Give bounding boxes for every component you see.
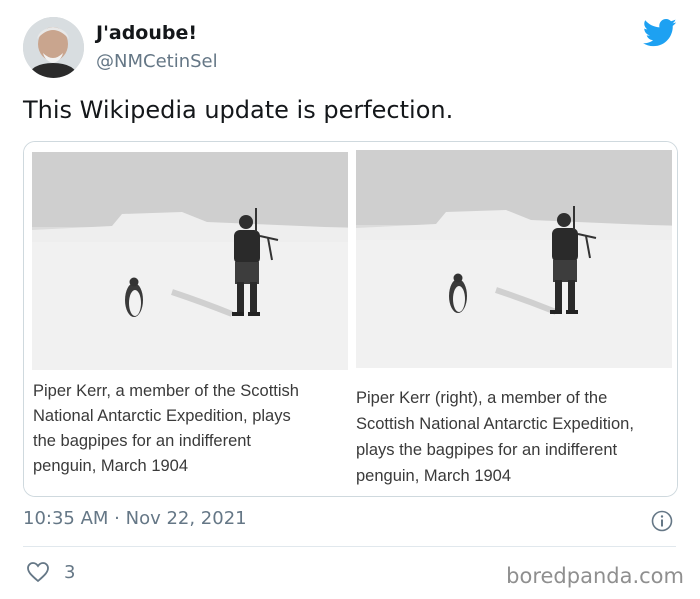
watermark: boredpanda.com	[506, 564, 684, 588]
twitter-bird-icon[interactable]	[643, 18, 677, 48]
wikipedia-screenshot-updated: Piper Kerr (right), a member of the Scot…	[352, 142, 677, 496]
antarctic-photo	[32, 152, 348, 370]
avatar[interactable]	[23, 17, 84, 78]
heart-icon[interactable]	[26, 561, 50, 583]
tweet-media[interactable]: Piper Kerr, a member of the Scottish Nat…	[23, 141, 678, 497]
username-handle[interactable]: @NMCetinSel	[96, 51, 218, 72]
info-icon[interactable]	[651, 510, 673, 532]
antarctic-photo	[356, 150, 672, 368]
tweet-text: This Wikipedia update is perfection.	[23, 96, 454, 124]
tweet-timestamp[interactable]: 10:35 AM · Nov 22, 2021	[23, 508, 247, 529]
display-name[interactable]: J'adoube!	[96, 22, 197, 44]
like-count: 3	[64, 562, 76, 583]
divider	[23, 546, 676, 547]
caption-updated: Piper Kerr (right), a member of the Scot…	[356, 389, 634, 485]
avatar-photo	[23, 17, 84, 78]
wikipedia-screenshot-original: Piper Kerr, a member of the Scottish Nat…	[24, 142, 352, 496]
caption-original: Piper Kerr, a member of the Scottish Nat…	[33, 382, 299, 475]
